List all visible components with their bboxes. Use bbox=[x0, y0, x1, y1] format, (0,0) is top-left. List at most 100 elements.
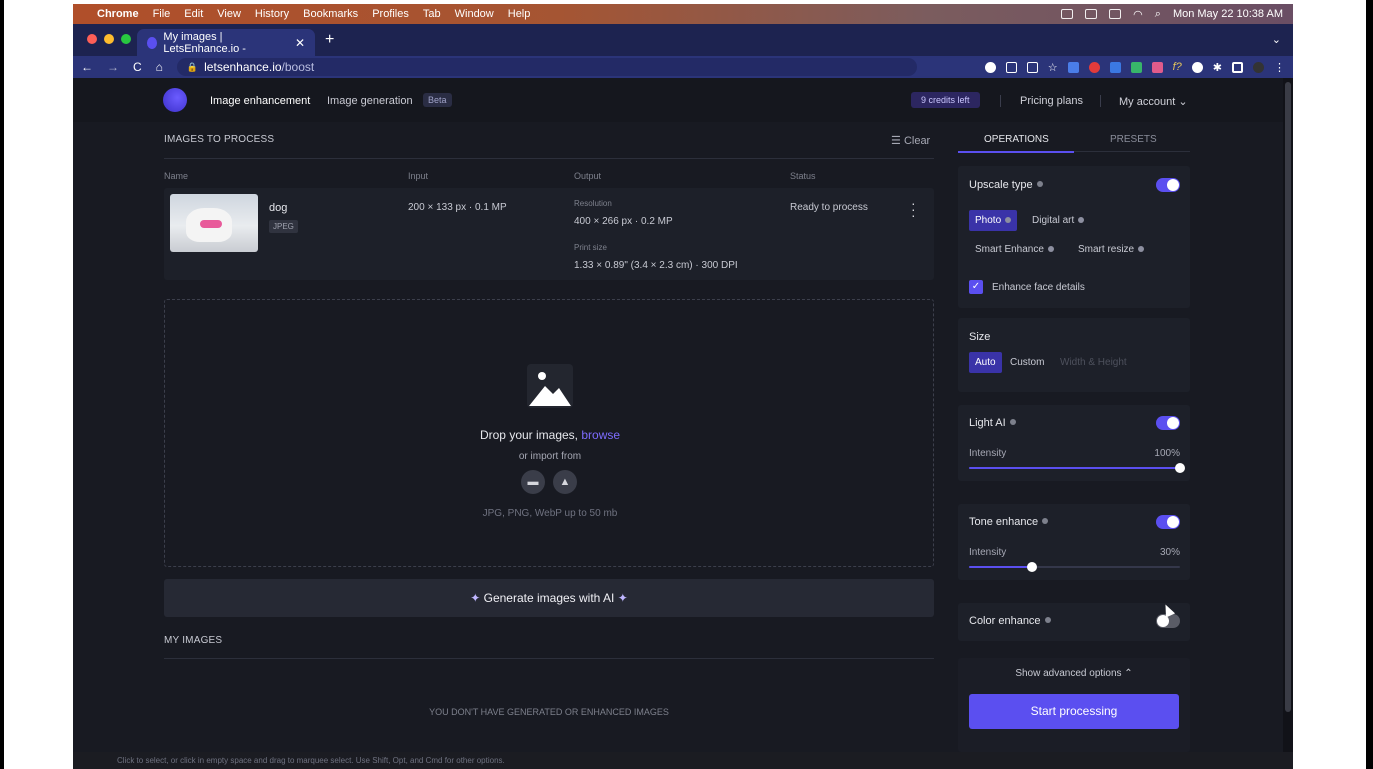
info-icon[interactable] bbox=[1044, 617, 1051, 623]
browse-link[interactable]: browse bbox=[581, 428, 620, 442]
option-photo[interactable]: Photo bbox=[969, 210, 1018, 231]
clock[interactable]: Mon May 22 10:38 AM bbox=[1173, 8, 1283, 20]
tone-enhance-toggle[interactable] bbox=[1156, 515, 1180, 529]
extension-7-icon[interactable] bbox=[1191, 61, 1203, 73]
close-window-icon[interactable] bbox=[87, 34, 97, 44]
search-icon[interactable]: ⌕ bbox=[1155, 8, 1161, 21]
image-thumbnail[interactable] bbox=[170, 194, 258, 252]
google-drive-icon[interactable]: ▲ bbox=[553, 470, 577, 494]
folder-icon[interactable]: ▬ bbox=[521, 470, 545, 494]
light-ai-toggle[interactable] bbox=[1156, 416, 1180, 430]
image-row[interactable]: dog JPEG 200 × 133 px · 0.1 MP Resolutio… bbox=[164, 188, 934, 280]
generate-images-button[interactable]: ✦ Generate images with AI ✦ bbox=[164, 579, 934, 617]
lock-icon[interactable]: 🔒 bbox=[187, 62, 198, 73]
info-icon[interactable] bbox=[1138, 246, 1145, 252]
menu-window[interactable]: Window bbox=[455, 8, 494, 20]
nav-image-enhancement[interactable]: Image enhancement bbox=[210, 95, 310, 107]
info-icon[interactable] bbox=[1009, 419, 1016, 425]
extensions-puzzle-icon[interactable]: ✱ bbox=[1213, 61, 1222, 74]
side-panel-icon[interactable] bbox=[1232, 61, 1243, 73]
address-bar[interactable]: 🔒 letsenhance.io/boost bbox=[176, 58, 917, 76]
size-label: Size bbox=[969, 331, 991, 343]
extension-1-icon[interactable] bbox=[1067, 61, 1079, 73]
google-icon[interactable] bbox=[984, 61, 996, 73]
status-text: Ready to process bbox=[790, 202, 868, 213]
minimize-window-icon[interactable] bbox=[104, 34, 114, 44]
menu-history[interactable]: History bbox=[255, 8, 289, 20]
credits-badge[interactable]: 9 credits left bbox=[911, 92, 980, 108]
bookmark-star-icon[interactable]: ☆ bbox=[1048, 61, 1058, 74]
menu-edit[interactable]: Edit bbox=[184, 8, 203, 20]
extension-2-icon[interactable] bbox=[1088, 61, 1100, 73]
menu-bookmarks[interactable]: Bookmarks bbox=[303, 8, 358, 20]
page-scrollbar[interactable] bbox=[1283, 78, 1293, 752]
size-width-height[interactable]: Width & Height bbox=[1054, 352, 1133, 373]
info-icon[interactable] bbox=[1042, 518, 1049, 524]
battery-icon[interactable] bbox=[1109, 9, 1122, 19]
window-controls bbox=[87, 34, 131, 44]
browser-menu-icon[interactable]: ⋮ bbox=[1274, 61, 1285, 74]
info-icon[interactable] bbox=[1036, 181, 1043, 187]
tab-presets[interactable]: PRESETS bbox=[1110, 134, 1157, 145]
scrollbar-thumb[interactable] bbox=[1285, 82, 1291, 712]
forward-icon[interactable]: → bbox=[107, 60, 119, 74]
info-icon[interactable] bbox=[1005, 217, 1012, 223]
enhance-face-label[interactable]: Enhance face details bbox=[992, 282, 1085, 293]
install-icon[interactable] bbox=[1005, 61, 1017, 73]
nav-divider bbox=[1000, 95, 1001, 107]
size-custom[interactable]: Custom bbox=[1004, 352, 1050, 373]
option-smart-resize[interactable]: Smart resize bbox=[1072, 239, 1150, 260]
option-smart-enhance[interactable]: Smart Enhance bbox=[969, 239, 1060, 260]
menu-extra-icon[interactable] bbox=[1085, 9, 1098, 19]
share-icon[interactable] bbox=[1026, 61, 1038, 73]
size-auto[interactable]: Auto bbox=[969, 352, 1002, 373]
slider-handle[interactable] bbox=[1175, 463, 1185, 473]
light-ai-text: Light AI bbox=[969, 417, 1006, 429]
letsenhance-logo-icon[interactable] bbox=[163, 88, 187, 112]
option-digital-art-label: Digital art bbox=[1032, 215, 1075, 226]
clear-button[interactable]: ☰ Clear bbox=[891, 134, 930, 147]
nav-image-generation[interactable]: Image generation bbox=[327, 95, 413, 107]
menu-app-name[interactable]: Chrome bbox=[97, 8, 139, 20]
menu-view[interactable]: View bbox=[217, 8, 241, 20]
section-title-my-images: MY IMAGES bbox=[164, 635, 223, 646]
extension-5-icon[interactable] bbox=[1151, 61, 1163, 73]
divider bbox=[164, 158, 934, 159]
screen-record-icon[interactable] bbox=[1061, 9, 1074, 19]
menu-file[interactable]: File bbox=[153, 8, 171, 20]
menu-help[interactable]: Help bbox=[508, 8, 531, 20]
start-processing-button[interactable]: Start processing bbox=[969, 694, 1179, 729]
menu-profiles[interactable]: Profiles bbox=[372, 8, 409, 20]
nav-my-account[interactable]: My account ⌄ bbox=[1119, 95, 1188, 108]
tone-enhance-card: Tone enhance Intensity 30% bbox=[958, 504, 1190, 580]
back-icon[interactable]: ← bbox=[81, 60, 93, 74]
slider-handle[interactable] bbox=[1027, 562, 1038, 572]
menu-tab[interactable]: Tab bbox=[423, 8, 441, 20]
show-advanced-options[interactable]: Show advanced options ⌃ bbox=[958, 668, 1190, 679]
slider-fill bbox=[969, 566, 1033, 568]
drop-zone[interactable]: Drop your images, browse or import from … bbox=[164, 299, 934, 567]
home-icon[interactable]: ⌂ bbox=[156, 60, 163, 74]
enhance-face-checkbox[interactable]: ✓ bbox=[969, 280, 983, 294]
more-options-icon[interactable]: · · · bbox=[911, 196, 916, 222]
close-tab-icon[interactable]: ✕ bbox=[295, 36, 305, 50]
info-icon[interactable] bbox=[1078, 217, 1085, 223]
tab-operations[interactable]: OPERATIONS bbox=[984, 134, 1049, 145]
option-digital-art[interactable]: Digital art bbox=[1026, 210, 1090, 231]
extension-3-icon[interactable] bbox=[1109, 61, 1121, 73]
tone-slider[interactable] bbox=[969, 562, 1180, 572]
tab-search-icon[interactable]: ⌄ bbox=[1272, 33, 1281, 46]
profile-avatar[interactable] bbox=[1253, 61, 1264, 73]
extension-6-icon[interactable]: f? bbox=[1173, 61, 1182, 73]
extension-4-icon[interactable] bbox=[1130, 61, 1142, 73]
browser-tab[interactable]: My images | LetsEnhance.io - ✕ bbox=[137, 29, 315, 56]
light-ai-slider[interactable] bbox=[969, 463, 1185, 473]
new-tab-icon[interactable]: + bbox=[325, 31, 334, 49]
reload-icon[interactable]: C bbox=[133, 60, 142, 74]
info-icon[interactable] bbox=[1047, 246, 1054, 252]
wifi-icon[interactable]: ◠ bbox=[1133, 8, 1143, 21]
upscale-type-toggle[interactable] bbox=[1156, 178, 1180, 192]
nav-pricing-plans[interactable]: Pricing plans bbox=[1020, 95, 1083, 107]
zoom-window-icon[interactable] bbox=[121, 34, 131, 44]
letterbox-left bbox=[0, 0, 4, 769]
